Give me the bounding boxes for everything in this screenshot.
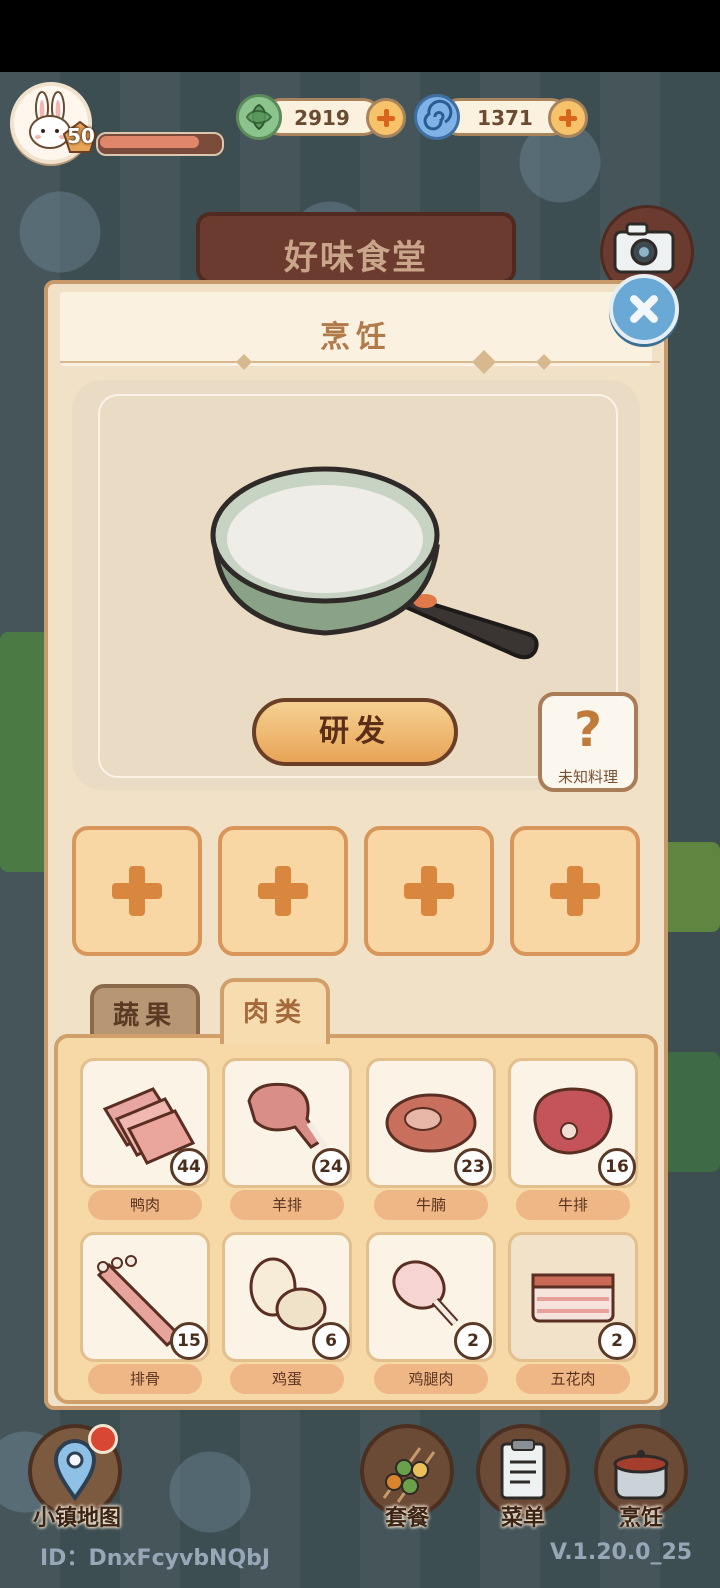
notification-dot — [88, 1424, 118, 1454]
item-count: 44 — [170, 1148, 208, 1186]
leaf-icon — [236, 94, 282, 140]
question-mark-icon: ? — [574, 702, 602, 758]
ingredient-slot-1[interactable] — [72, 826, 202, 956]
ingredient-slot-2[interactable] — [218, 826, 348, 956]
restaurant-name: 好味食堂 — [284, 238, 428, 278]
plant-decoration — [0, 632, 50, 872]
item-name: 鸭肉 — [88, 1190, 202, 1220]
item-name: 牛腩 — [374, 1190, 488, 1220]
ingredient-slot-3[interactable] — [364, 826, 494, 956]
item-name: 排骨 — [88, 1364, 202, 1394]
add-leaf-button[interactable] — [366, 98, 406, 138]
version-label: V.1.20.0_25 — [550, 1540, 693, 1565]
item-count: 2 — [598, 1322, 636, 1360]
player-id: ID：DnxFcyvbNQbJ — [40, 1546, 271, 1571]
item-count: 6 — [312, 1322, 350, 1360]
xp-bar-fill — [100, 136, 199, 148]
menu-label: 菜单 — [500, 1506, 545, 1531]
item-name: 五花肉 — [516, 1364, 630, 1394]
item-name: 牛排 — [516, 1190, 630, 1220]
tab-meat[interactable]: 肉类 — [220, 978, 330, 1044]
header-divider — [60, 350, 660, 374]
restaurant-sign: 好味食堂 — [196, 212, 516, 284]
item-name: 羊排 — [230, 1190, 344, 1220]
item-name: 鸡蛋 — [230, 1364, 344, 1394]
item-count: 2 — [454, 1322, 492, 1360]
player-level: 50 — [67, 124, 95, 148]
swirl-icon — [414, 94, 460, 140]
add-swirl-button[interactable] — [548, 98, 588, 138]
unknown-dish-label: 未知料理 — [557, 768, 618, 786]
item-count: 15 — [170, 1322, 208, 1360]
xp-bar — [96, 132, 224, 156]
leaf-currency-value: 2919 — [294, 106, 350, 130]
item-name: 鸡腿肉 — [374, 1364, 488, 1394]
tree-decoration — [660, 842, 720, 932]
ingredient-slot-4[interactable] — [510, 826, 640, 956]
item-count: 16 — [598, 1148, 636, 1186]
status-bar — [0, 0, 720, 72]
cook-label: 烹饪 — [618, 1506, 663, 1531]
item-count: 23 — [454, 1148, 492, 1186]
unknown-dish-button[interactable]: ? 未知料理 — [538, 692, 638, 792]
develop-button[interactable]: 研发 — [252, 698, 458, 766]
town-map-label: 小镇地图 — [32, 1506, 121, 1531]
close-button[interactable] — [609, 274, 679, 344]
frying-pan-icon — [210, 466, 539, 660]
item-count: 24 — [312, 1148, 350, 1186]
set-meal-label: 套餐 — [384, 1506, 429, 1531]
